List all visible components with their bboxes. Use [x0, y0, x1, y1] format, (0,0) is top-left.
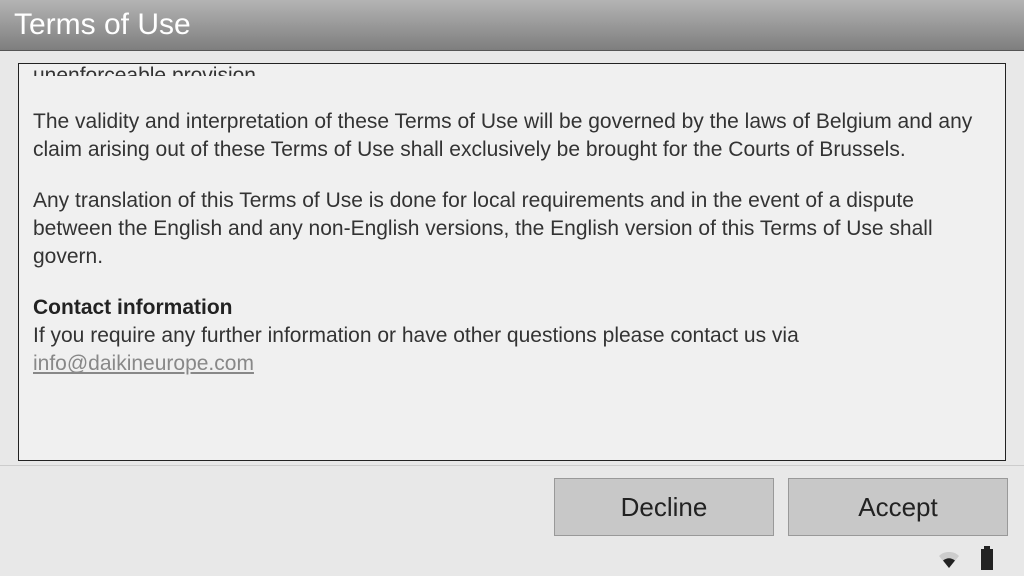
header-bar: Terms of Use — [0, 0, 1024, 51]
wifi-icon — [936, 548, 962, 568]
page-title: Terms of Use — [14, 8, 191, 41]
button-bar: Decline Accept — [0, 465, 1024, 544]
accept-label: Accept — [858, 492, 938, 523]
battery-icon — [980, 546, 994, 570]
contact-email-link[interactable]: info@daikineurope.com — [33, 352, 254, 375]
content-wrap: unenforceable provision. The validity an… — [0, 51, 1024, 465]
decline-label: Decline — [621, 492, 708, 523]
accept-button[interactable]: Accept — [788, 478, 1008, 536]
truncated-line: unenforceable provision. — [33, 63, 991, 76]
status-bar — [0, 544, 1024, 576]
contact-section: Contact information If you require any f… — [33, 294, 991, 379]
contact-text: If you require any further information o… — [33, 324, 799, 347]
governing-law-para: The validity and interpretation of these… — [33, 108, 991, 165]
contact-heading: Contact information — [33, 296, 233, 319]
translation-para: Any translation of this Terms of Use is … — [33, 187, 991, 272]
terms-content[interactable]: unenforceable provision. The validity an… — [18, 63, 1006, 461]
decline-button[interactable]: Decline — [554, 478, 774, 536]
